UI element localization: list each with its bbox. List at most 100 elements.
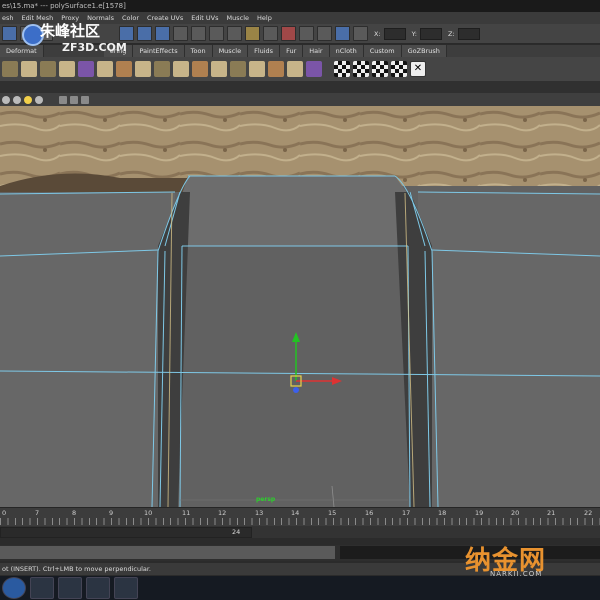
select-hierarchy-icon[interactable] [119,26,134,41]
wedge-icon[interactable] [173,61,189,77]
shelf-tab-deformation[interactable]: Deformat [0,45,44,57]
snap-point-icon[interactable] [209,26,224,41]
render-settings-icon[interactable] [299,26,314,41]
xray-icon[interactable] [70,95,78,104]
grid-icon[interactable] [81,95,89,104]
taskbar-app-icon[interactable] [86,577,110,599]
snap-grid-icon[interactable] [173,26,188,41]
symmetry-icon[interactable] [335,26,350,41]
window-title-bar: es\15.ma* --- polySurface1.e[1578] [0,0,600,12]
wireframe-icon[interactable] [13,95,21,104]
frame-label: 7 [35,509,40,517]
frame-label: 0 [2,509,7,517]
ipr-render-icon[interactable] [281,26,296,41]
merge-icon[interactable] [135,61,151,77]
split-icon[interactable] [154,61,170,77]
taskbar-app-icon[interactable] [114,577,138,599]
smooth-shade-icon[interactable] [2,95,10,104]
select-object-icon[interactable] [137,26,152,41]
perspective-viewport[interactable]: persp [0,106,600,507]
render-icon[interactable] [263,26,278,41]
x-field[interactable] [383,27,406,40]
z-field-label: Z: [447,29,455,38]
isolate-icon[interactable] [59,95,67,104]
select-component-icon[interactable] [155,26,170,41]
combine-icon[interactable] [268,61,284,77]
frame-label: 15 [328,509,337,517]
range-slider-track[interactable] [0,527,252,538]
shelf-tab-ncloth[interactable]: nCloth [329,45,364,57]
poly-cylinder-icon[interactable] [40,61,56,77]
camera-label: persp [256,496,276,503]
menu-edit-uvs[interactable]: Edit UVs [189,14,224,22]
uv-snapshot-icon[interactable] [391,61,407,77]
poly-sphere-icon[interactable] [21,61,37,77]
frame-label: 21 [547,509,556,517]
shelf-tab-fluids[interactable]: Fluids [248,45,281,57]
frame-label: 14 [291,509,300,517]
frame-label: 16 [365,509,374,517]
menu-create-uvs[interactable]: Create UVs [145,14,189,22]
poly-torus-icon[interactable] [78,61,94,77]
timeline-ticks [0,518,600,525]
snap-curve-icon[interactable] [191,26,206,41]
shadow-icon[interactable] [35,95,43,104]
separate-icon[interactable] [287,61,303,77]
frame-label: 9 [109,509,114,517]
shelf-tab-hair[interactable]: Hair [303,45,330,57]
uv-map-icon[interactable] [353,61,369,77]
y-field[interactable] [419,27,442,40]
window-title: es\15.ma* --- polySurface1.e[1578] [2,2,126,10]
menu-color[interactable]: Color [120,14,145,22]
poly-cube-icon[interactable] [2,61,18,77]
frame-label: 11 [182,509,191,517]
uv-layout-icon[interactable] [372,61,388,77]
frame-label: 18 [438,509,447,517]
menu-muscle[interactable]: Muscle [225,14,256,22]
z-field[interactable] [457,27,480,40]
mesh-left-segment [0,192,175,507]
taskbar-app-icon[interactable] [30,577,54,599]
menu-help[interactable]: Help [255,14,278,22]
poly-plane-icon[interactable] [59,61,75,77]
history-icon[interactable] [245,26,260,41]
y-field-label: Y: [411,29,417,38]
time-slider[interactable]: 0 7 8 9 10 11 12 13 14 15 16 17 18 19 20… [0,507,600,526]
mirror-icon[interactable] [249,61,265,77]
close-icon[interactable]: ✕ [410,61,426,77]
mesh-right-segment [418,192,600,507]
shelf-tab-muscle[interactable]: Muscle [212,45,249,57]
manip-z-axis[interactable] [293,387,299,393]
lighting-icon[interactable] [24,95,32,104]
shelf-tab-gozbrush[interactable]: GoZBrush [401,45,447,57]
panel-menu-bar [0,81,600,93]
bevel-icon[interactable] [116,61,132,77]
hypershade-icon[interactable] [317,26,332,41]
shelf-tab-painteffects[interactable]: PaintEffects [133,45,185,57]
frame-label: 17 [402,509,411,517]
append-icon[interactable] [211,61,227,77]
shelf-tab-toon[interactable]: Toon [184,45,213,57]
frame-label: 13 [255,509,264,517]
input-line-icon[interactable] [353,26,368,41]
checker-icon[interactable] [334,61,350,77]
start-button-icon[interactable] [2,577,26,599]
mesh-top-cap [182,176,408,246]
menu-mesh[interactable]: esh [0,14,20,22]
command-input[interactable] [0,546,335,559]
taskbar-app-icon[interactable] [58,577,82,599]
bridge-icon[interactable] [192,61,208,77]
watermark-bottom-en: NARKII.COM [490,570,543,578]
uv-checker-icon[interactable] [306,61,322,77]
shelf-tab-custom[interactable]: Custom [363,45,402,57]
shelf-tab-fur[interactable]: Fur [280,45,304,57]
os-taskbar [0,576,600,600]
frame-label: 20 [511,509,520,517]
smooth-icon[interactable] [230,61,246,77]
new-scene-icon[interactable] [2,26,17,41]
x-field-label: X: [374,29,381,38]
range-slider[interactable]: 24 [0,526,600,538]
snap-surface-icon[interactable] [227,26,242,41]
watermark-top-cn: 朱峰社区 [40,22,101,40]
extrude-icon[interactable] [97,61,113,77]
